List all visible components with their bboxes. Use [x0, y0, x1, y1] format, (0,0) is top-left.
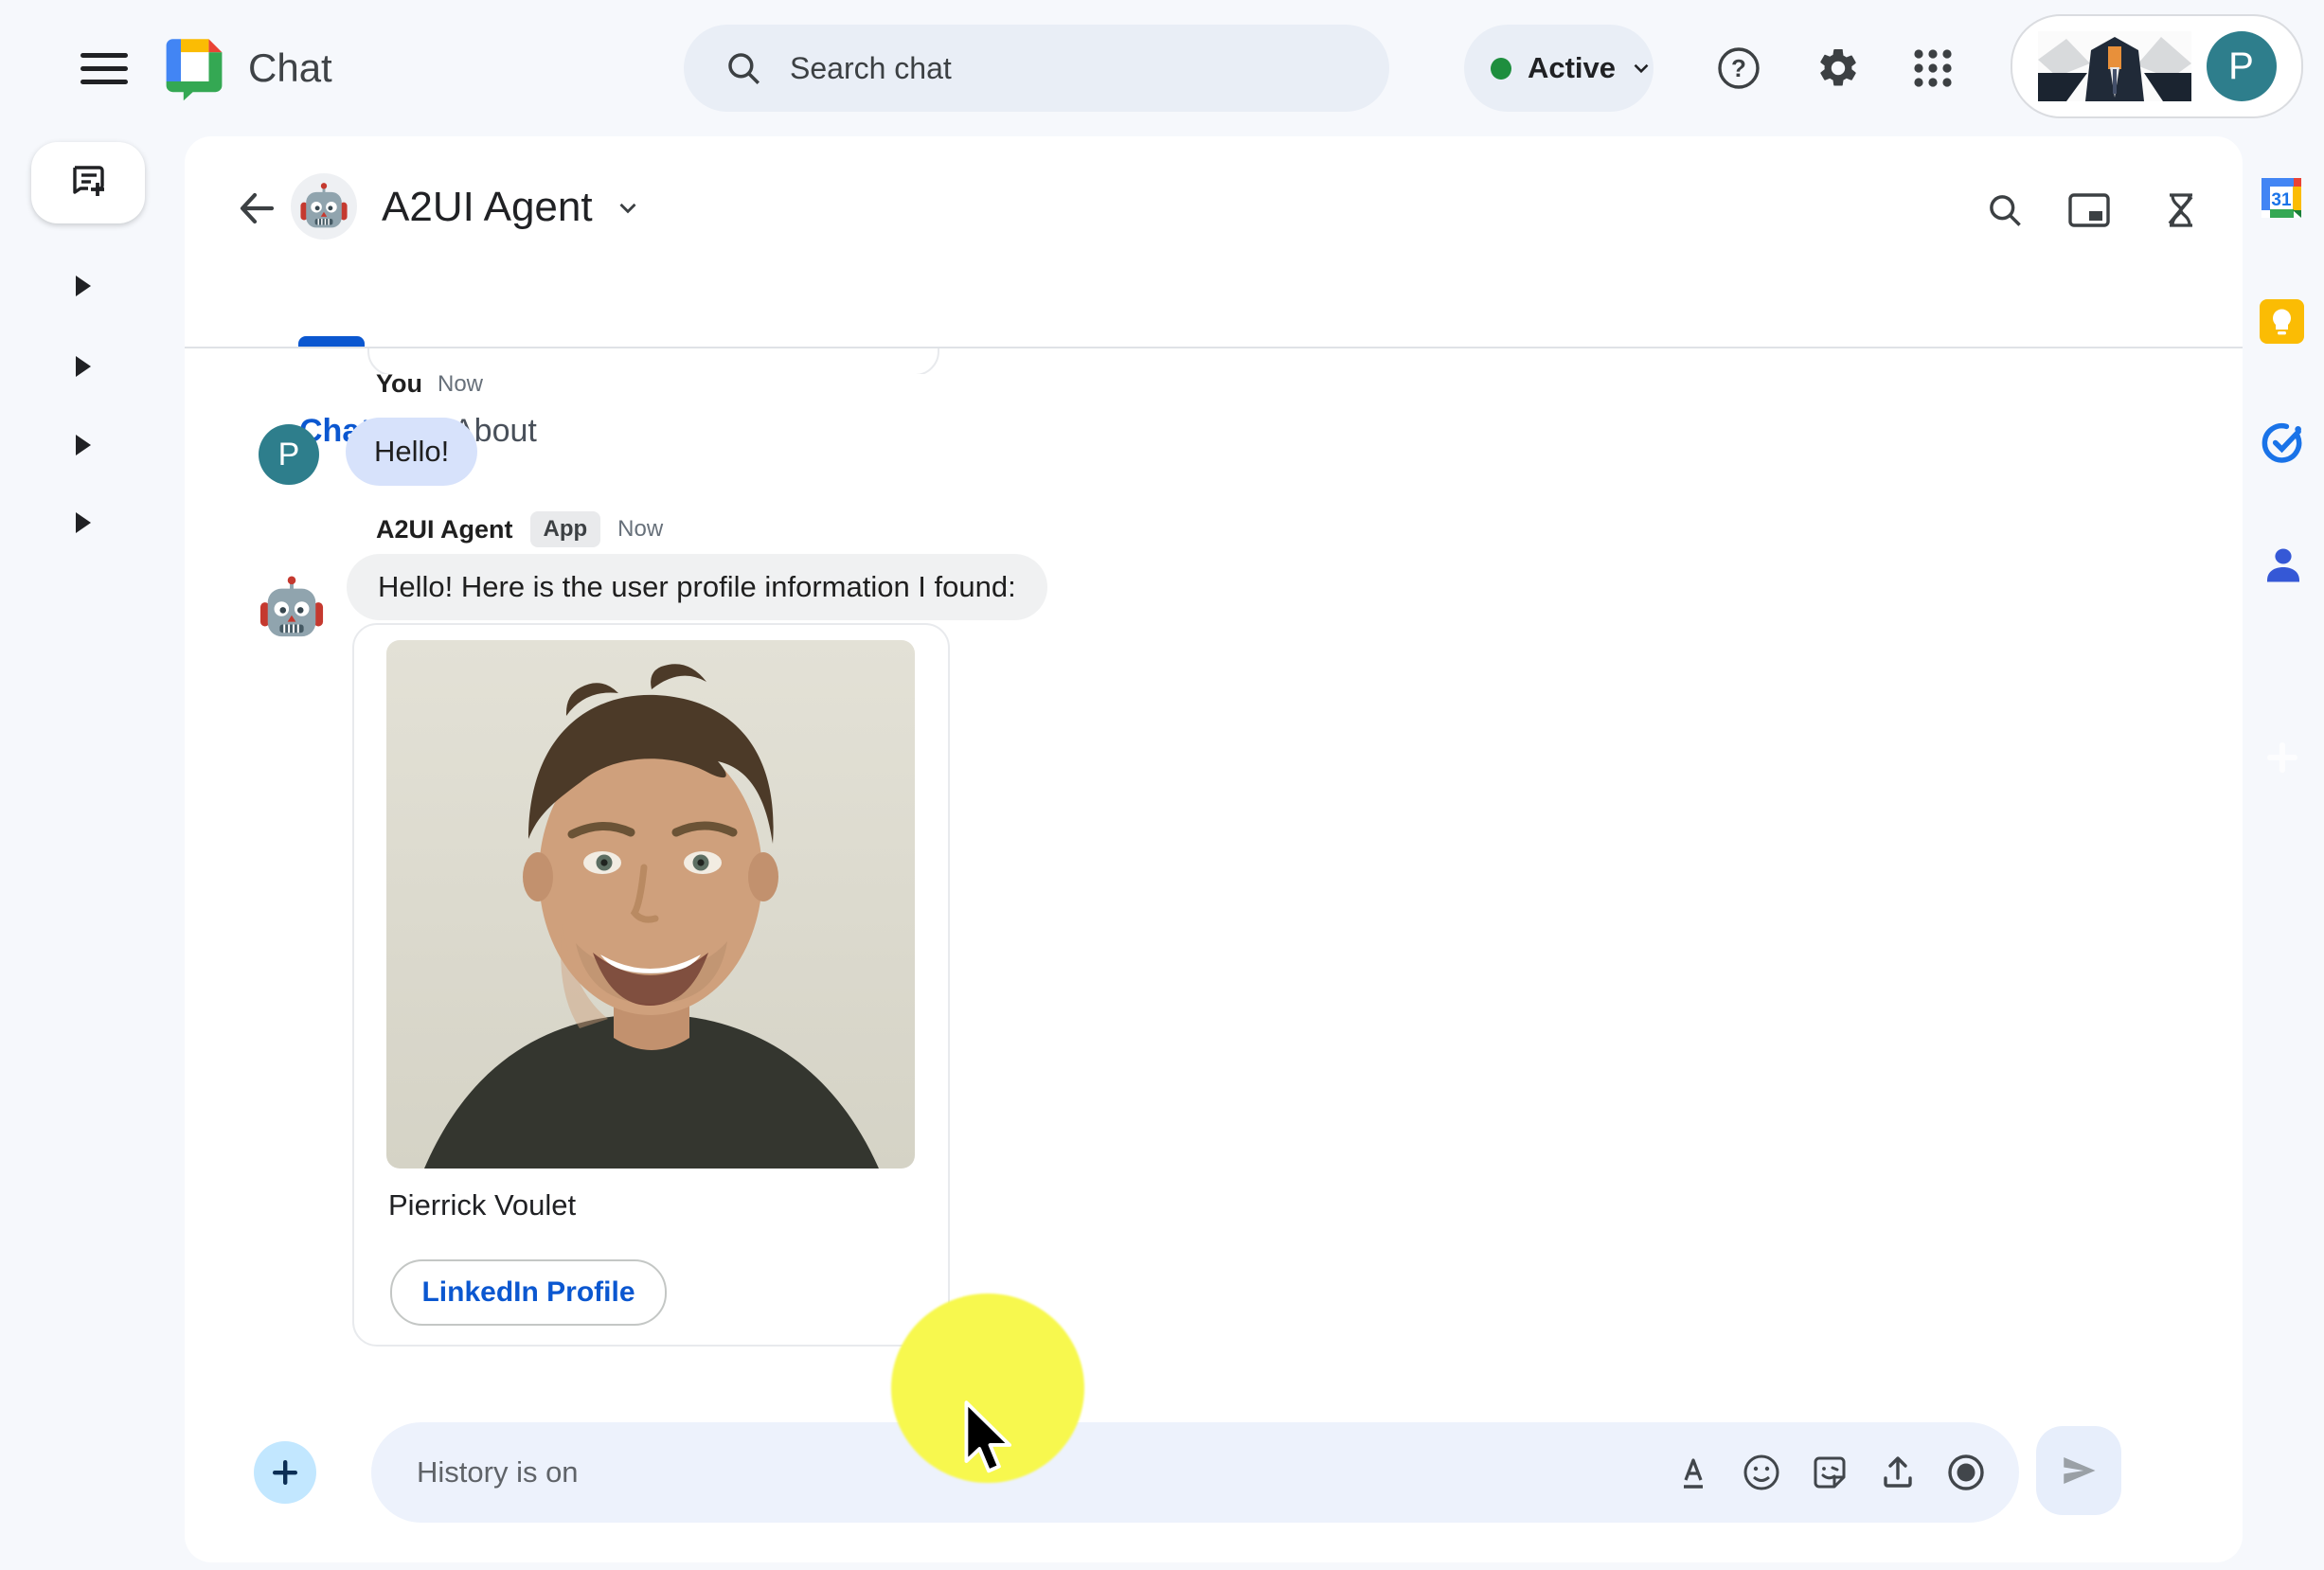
main-menu-button[interactable]	[80, 47, 128, 89]
emoji-button[interactable]	[1727, 1438, 1796, 1507]
compose-add-button[interactable]	[254, 1441, 316, 1504]
compose-bar: History is on	[371, 1422, 2019, 1523]
sticker-button[interactable]	[1796, 1438, 1864, 1507]
add-plus-icon	[270, 1457, 300, 1488]
page-title: A2UI Agent	[382, 184, 593, 231]
avatar: P	[2207, 31, 2277, 101]
format-text-button[interactable]	[1659, 1438, 1727, 1507]
message-bubble-agent[interactable]: Hello! Here is the user profile informat…	[347, 554, 1047, 620]
collapse-arrow-icon	[76, 512, 91, 533]
tasks-icon	[2260, 420, 2304, 465]
collapse-arrow-icon	[76, 276, 91, 296]
rail-section-toggle-2[interactable]	[76, 356, 91, 377]
rail-section-toggle-3[interactable]	[76, 435, 91, 455]
format-text-icon	[1674, 1454, 1712, 1491]
search-in-conversation-button[interactable]	[1984, 189, 2026, 231]
open-in-window-button[interactable]	[2067, 191, 2111, 229]
emoji-icon	[1742, 1453, 1781, 1492]
mouse-cursor	[962, 1400, 1015, 1475]
contacts-icon	[2261, 544, 2304, 587]
message-meta-you: You Now	[376, 369, 483, 399]
keep-app-button[interactable]	[2260, 299, 2304, 344]
upload-icon	[1878, 1453, 1918, 1492]
calendar-day-number: 31	[2271, 190, 2292, 210]
linkedin-profile-button[interactable]: LinkedIn Profile	[390, 1259, 667, 1326]
collapse-arrow-icon	[76, 356, 91, 377]
history-hourglass-icon	[2160, 189, 2202, 231]
status-active-dot	[1491, 58, 1511, 80]
addons-plus-icon	[2263, 739, 2301, 776]
profile-name: Pierrick Voulet	[388, 1188, 576, 1222]
search-icon	[724, 48, 763, 88]
record-icon	[1945, 1452, 1987, 1493]
apps-grid-icon	[1911, 46, 1955, 90]
timestamp: Now	[617, 516, 663, 543]
search-icon	[1984, 189, 2026, 231]
sender-name: A2UI Agent	[376, 515, 513, 544]
robot-icon	[299, 182, 349, 231]
tasks-app-button[interactable]	[2260, 420, 2304, 465]
back-arrow-icon	[234, 186, 279, 231]
help-button[interactable]: ?	[1716, 45, 1761, 91]
help-icon: ?	[1716, 45, 1761, 91]
agent-avatar	[291, 173, 357, 240]
history-toggle-button[interactable]	[2160, 189, 2202, 231]
get-addons-button[interactable]	[2263, 739, 2301, 776]
conversation-title[interactable]: A2UI Agent	[382, 181, 642, 234]
google-chat-app: Chat Search chat Active ?	[0, 0, 2324, 1570]
send-button[interactable]	[2036, 1426, 2121, 1515]
calendar-app-button[interactable]: 31	[2258, 174, 2305, 222]
upload-button[interactable]	[1864, 1438, 1932, 1507]
new-chat-compose-icon	[65, 160, 111, 205]
timestamp: Now	[438, 371, 483, 398]
back-button[interactable]	[234, 186, 279, 231]
message-meta-agent: A2UI Agent App Now	[376, 511, 663, 547]
keep-icon	[2260, 299, 2304, 344]
send-icon	[2059, 1451, 2099, 1490]
avatar: P	[259, 424, 319, 485]
app-badge: App	[530, 511, 601, 547]
app-title: Chat	[248, 45, 332, 91]
pip-icon	[2067, 191, 2111, 229]
search-input[interactable]: Search chat	[790, 51, 952, 86]
profile-card: Pierrick Voulet LinkedIn Profile	[352, 623, 950, 1347]
sender-name: You	[376, 369, 422, 399]
rail-section-toggle-4[interactable]	[76, 512, 91, 533]
profile-photo	[386, 640, 915, 1169]
messages-clip	[185, 348, 2243, 374]
record-button[interactable]	[1932, 1438, 2000, 1507]
google-apps-button[interactable]	[1911, 46, 1955, 90]
conversation-panel: A2UI Agent	[185, 136, 2243, 1562]
chevron-down-icon	[614, 193, 642, 222]
sticker-icon	[1810, 1453, 1850, 1492]
chevron-down-icon	[1629, 56, 1654, 80]
robot-message-avatar	[259, 575, 325, 641]
account-switcher[interactable]: P	[2011, 14, 2303, 118]
rail-section-toggle-1[interactable]	[76, 276, 91, 296]
settings-gear-icon	[1815, 45, 1861, 91]
google-chat-logo	[161, 35, 227, 101]
settings-button[interactable]	[1815, 45, 1861, 91]
calendar-icon: 31	[2258, 174, 2305, 222]
new-chat-button[interactable]	[31, 142, 145, 223]
contacts-app-button[interactable]	[2261, 544, 2304, 587]
svg-text:?: ?	[1731, 54, 1746, 82]
message-bubble-you[interactable]: Hello!	[346, 418, 477, 486]
search-bar[interactable]: Search chat	[684, 25, 1389, 112]
profile-artwork	[2038, 31, 2191, 101]
status-label: Active	[1528, 51, 1616, 85]
status-selector[interactable]: Active	[1464, 25, 1654, 112]
collapse-arrow-icon	[76, 435, 91, 455]
